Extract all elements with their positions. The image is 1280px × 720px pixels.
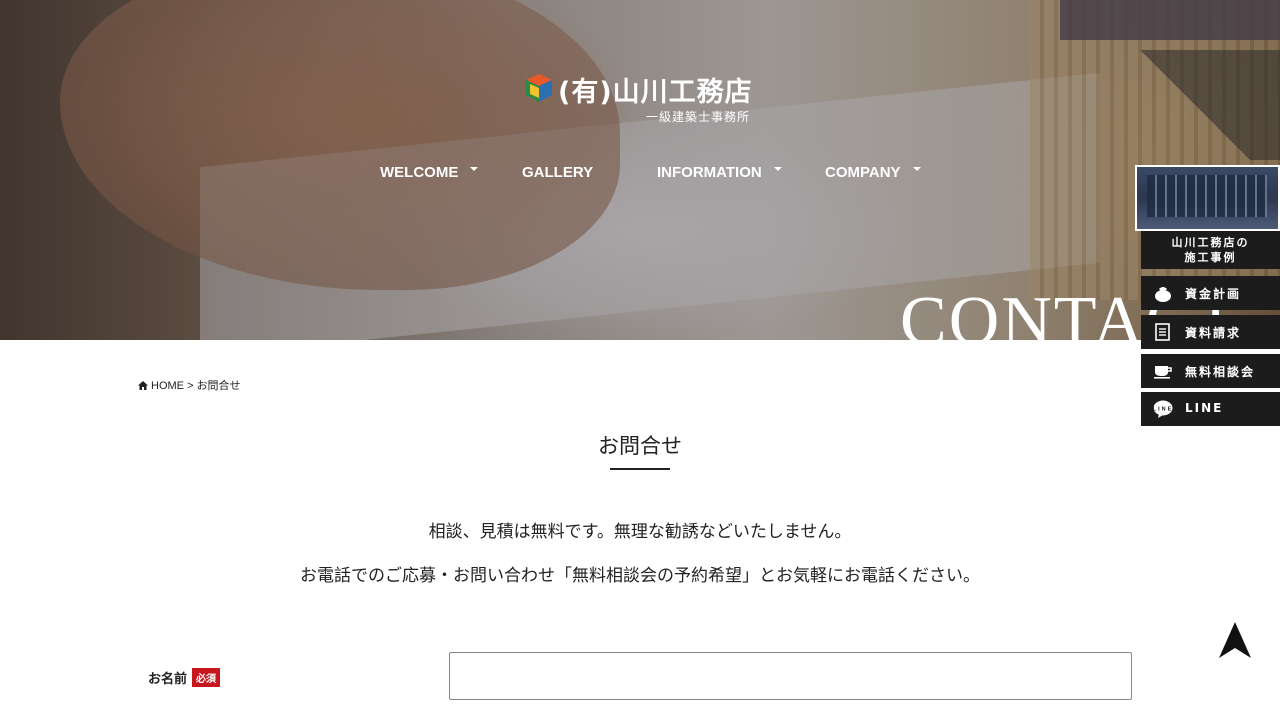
breadcrumb-home-link[interactable]: HOME bbox=[151, 380, 184, 392]
hero-corner-shade bbox=[1110, 50, 1280, 160]
caret-down-icon bbox=[470, 167, 479, 172]
logo-company-name: (有)山川工務店 bbox=[558, 77, 753, 108]
nav-label: WELCOME bbox=[380, 164, 459, 181]
home-icon bbox=[138, 381, 148, 390]
main-nav: WELCOME GALLERY INFORMATION COMPANY bbox=[0, 164, 1280, 188]
hero-background-roof bbox=[1060, 0, 1280, 40]
name-label-text: お名前 bbox=[148, 672, 188, 687]
coffee-cup-icon bbox=[1154, 366, 1172, 379]
request-materials-label: 資料請求 bbox=[1185, 326, 1242, 340]
free-consultation-label: 無料相談会 bbox=[1185, 365, 1256, 379]
nav-item-information[interactable]: INFORMATION bbox=[657, 164, 782, 181]
breadcrumb-current: お問合せ bbox=[196, 380, 241, 392]
works-link-label: 山川工務店の 施工事例 bbox=[1171, 236, 1250, 264]
breadcrumb: HOME > お問合せ bbox=[138, 377, 241, 393]
document-icon bbox=[1155, 323, 1170, 341]
title-underline bbox=[610, 468, 670, 470]
line-icon: LINE bbox=[1153, 400, 1173, 418]
nav-item-welcome[interactable]: WELCOME bbox=[380, 164, 479, 181]
logo-mark-icon bbox=[526, 74, 552, 102]
required-badge: 必須 bbox=[192, 668, 221, 687]
nav-label: COMPANY bbox=[825, 164, 901, 181]
hero-background-hand bbox=[60, 0, 620, 290]
caret-down-icon bbox=[912, 167, 921, 172]
caret-down-icon bbox=[773, 167, 782, 172]
free-consultation-button[interactable]: 無料相談会 bbox=[1141, 354, 1280, 388]
line-button[interactable]: LINE LINE bbox=[1141, 392, 1280, 426]
nav-item-gallery[interactable]: GALLERY bbox=[522, 164, 593, 181]
intro-text-line-1: 相談、見積は無料です。無理な勧誘などいたしません。 bbox=[428, 522, 852, 542]
nav-label: INFORMATION bbox=[657, 164, 762, 181]
works-link[interactable]: 山川工務店の 施工事例 bbox=[1141, 231, 1280, 269]
page-title: お問合せ bbox=[598, 434, 682, 458]
breadcrumb-separator: > bbox=[187, 380, 194, 392]
nav-label: GALLERY bbox=[522, 164, 594, 181]
request-materials-button[interactable]: 資料請求 bbox=[1141, 315, 1280, 349]
works-thumbnail-image[interactable] bbox=[1135, 165, 1280, 231]
name-field-label: お名前 必須 bbox=[148, 668, 221, 687]
money-bag-icon bbox=[1155, 287, 1171, 302]
scroll-to-top-arrow-icon[interactable] bbox=[1219, 622, 1251, 658]
logo-subtitle: 一級建築士事務所 bbox=[646, 110, 751, 124]
svg-text:LINE: LINE bbox=[1153, 407, 1173, 413]
name-input[interactable] bbox=[449, 652, 1132, 700]
funding-plan-button[interactable]: 資金計画 bbox=[1141, 276, 1280, 310]
intro-text-line-2: お電話でのご応募・お問い合わせ「無料相談会の予約希望」とお気軽にお電話ください。 bbox=[300, 566, 980, 586]
line-label: LINE bbox=[1185, 401, 1224, 415]
funding-plan-label: 資金計画 bbox=[1185, 287, 1242, 301]
nav-item-company[interactable]: COMPANY bbox=[825, 164, 921, 181]
